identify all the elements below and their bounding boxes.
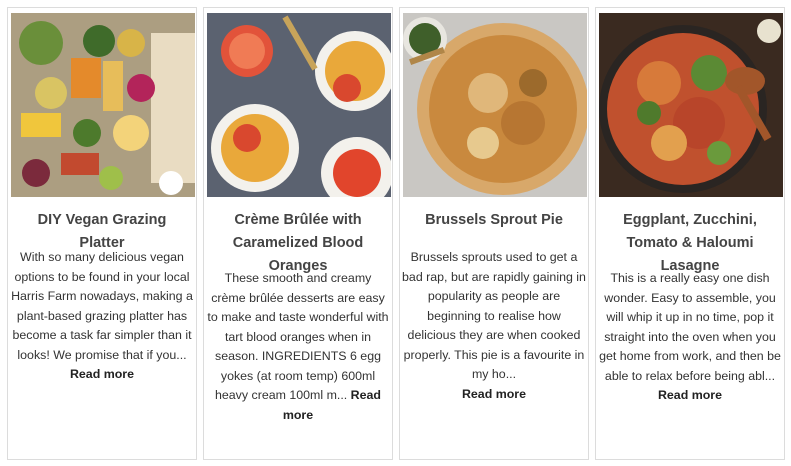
recipe-grid: DIY Vegan Grazing Platter With so many d… xyxy=(0,0,791,466)
creme-brulee-photo[interactable] xyxy=(207,13,391,197)
grazing-platter-photo[interactable] xyxy=(11,13,195,197)
recipe-card: DIY Vegan Grazing Platter With so many d… xyxy=(7,7,197,460)
read-more-link[interactable]: Read more xyxy=(598,386,782,406)
recipe-card: Brussels Sprout Pie Brussels sprouts use… xyxy=(399,7,589,460)
read-more-link[interactable]: Read more xyxy=(10,365,194,385)
card-excerpt: These smooth and creamy crème brûlée des… xyxy=(206,269,390,425)
brussels-sprout-pie-photo[interactable] xyxy=(403,13,587,197)
card-title[interactable]: Eggplant, Zucchini, Tomato & Haloumi Las… xyxy=(602,209,778,278)
card-excerpt: This is a really easy one dish wonder. E… xyxy=(598,269,782,406)
card-excerpt: With so many delicious vegan options to … xyxy=(10,248,194,385)
read-more-link[interactable]: Read more xyxy=(402,385,586,405)
excerpt-text: With so many delicious vegan options to … xyxy=(11,250,193,362)
card-excerpt: Brussels sprouts used to get a bad rap, … xyxy=(402,248,586,404)
excerpt-text: This is a really easy one dish wonder. E… xyxy=(599,271,781,383)
card-title[interactable]: Crème Brûlée with Caramelized Blood Oran… xyxy=(210,209,386,278)
recipe-card: Eggplant, Zucchini, Tomato & Haloumi Las… xyxy=(595,7,785,460)
lasagne-photo[interactable] xyxy=(599,13,783,197)
excerpt-text: These smooth and creamy crème brûlée des… xyxy=(207,271,389,402)
card-title[interactable]: Brussels Sprout Pie xyxy=(406,209,582,232)
recipe-card: Crème Brûlée with Caramelized Blood Oran… xyxy=(203,7,393,460)
excerpt-text: Brussels sprouts used to get a bad rap, … xyxy=(402,250,586,381)
